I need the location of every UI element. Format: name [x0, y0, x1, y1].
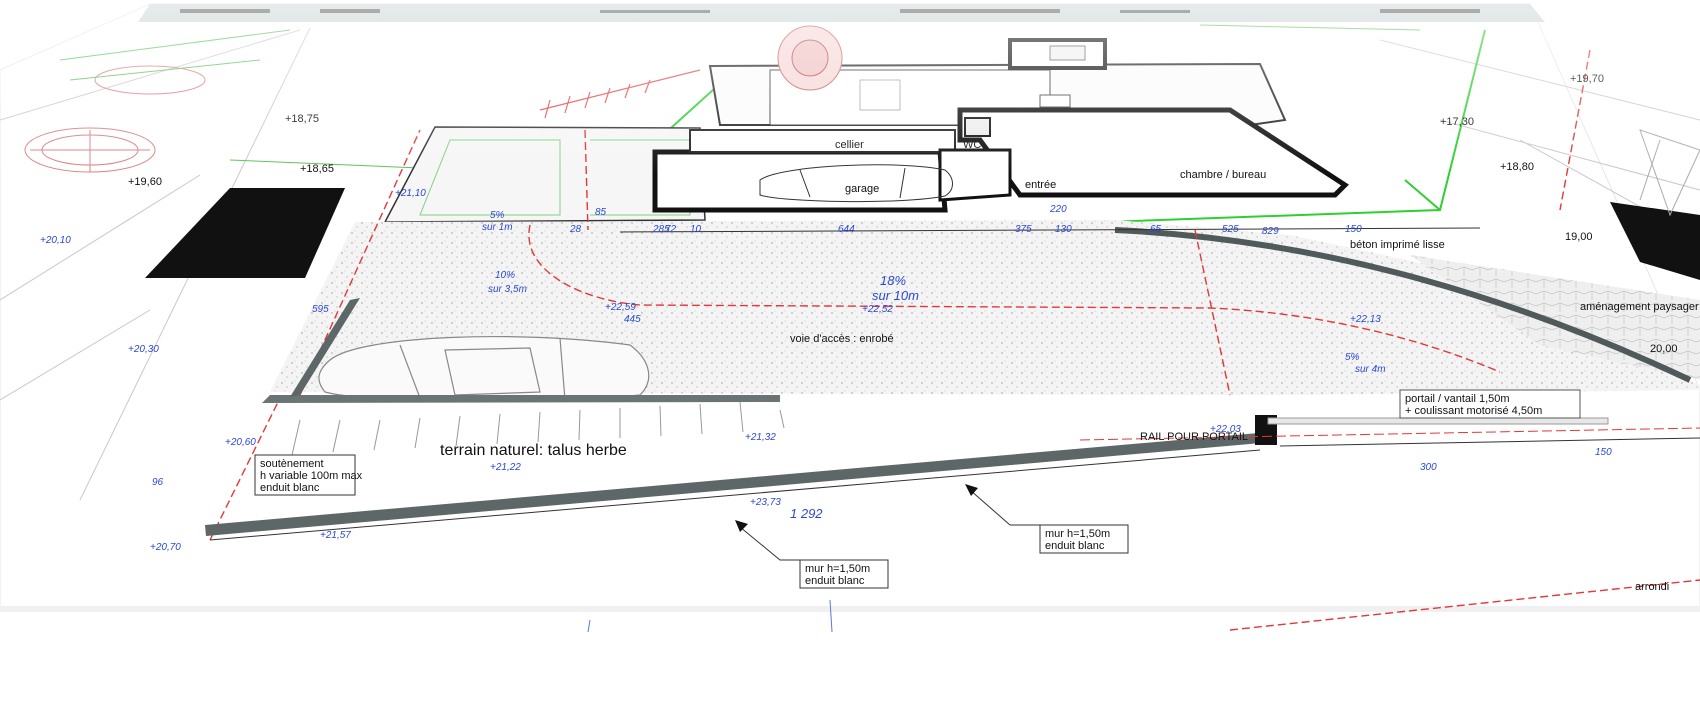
dim-300: 300 — [1420, 462, 1437, 473]
gate-note-line2: + coulissant motorisé 4,50m — [1405, 405, 1542, 417]
room-wc-label: WC — [963, 139, 981, 151]
elevation-point: +20,70 — [150, 542, 181, 553]
dim-1292: 1 292 — [790, 506, 823, 521]
elevation-point: +21,57 — [320, 530, 351, 541]
dimension-value: 445 — [624, 314, 641, 325]
corner-text: arrondi — [1635, 581, 1669, 593]
retaining-note-line2: h variable 100m max — [260, 470, 363, 482]
elevation-point: +19,70 — [1570, 73, 1604, 85]
dim-644: 644 — [838, 224, 855, 235]
retaining-wall — [262, 395, 780, 403]
elevation-point: +18,65 — [300, 163, 334, 175]
room-bedroom-label: chambre / bureau — [1180, 169, 1266, 181]
slope-right-label: 5% — [1345, 352, 1360, 363]
retaining-note-line3: enduit blanc — [260, 482, 320, 494]
elevation-point: +22,52 — [862, 304, 893, 315]
elevation-point: +17,30 — [1440, 116, 1474, 128]
dimension-value: 28 — [569, 224, 582, 235]
dimension-value: 72 — [665, 224, 677, 235]
dimension-value: 130 — [1055, 224, 1072, 235]
tree-top — [777, 25, 843, 91]
dim-150: 150 — [1595, 447, 1612, 458]
dimension-value: 595 — [312, 304, 329, 315]
elevation-point: +18,80 — [1500, 161, 1534, 173]
slope-right-length: sur 4m — [1355, 364, 1386, 375]
room-cellier-label: cellier — [835, 139, 864, 151]
elevation-point: +22,59 — [605, 302, 636, 313]
dimension-value: 85 — [595, 207, 607, 218]
side-label-right: aménagement paysager — [1580, 301, 1699, 313]
slope-small-length: sur 1m — [482, 222, 513, 233]
north-arrow — [1639, 129, 1700, 217]
dimension-value: 829 — [1262, 226, 1279, 237]
elevation-point: +19,60 — [128, 176, 162, 188]
dimension-value: 65 — [1150, 224, 1162, 235]
driveway-car — [318, 335, 650, 402]
dimension-value: 150 — [1345, 224, 1362, 235]
elevation-point: +23,73 — [750, 497, 781, 508]
elevation-point: +21,22 — [490, 462, 521, 473]
slope-left-label: 10% — [495, 270, 515, 281]
dimension-value: 96 — [152, 477, 164, 488]
elevation-point: +21,32 — [745, 432, 776, 443]
dimension-value: 220 — [1049, 204, 1067, 215]
site-plan-drawing: voie d'accès : enrobé garage chambre / b… — [0, 0, 1700, 700]
entry-room — [938, 148, 1012, 202]
elevation-point: +20,60 — [225, 437, 256, 448]
elevation-point: +22,03 — [1210, 424, 1241, 435]
retaining-note-line1: soutènement — [260, 458, 324, 470]
slope-main-label: 18% — [880, 273, 906, 288]
gate-rail — [1267, 417, 1609, 425]
room-entry-label: entrée — [1025, 179, 1056, 191]
dim-1900: 19,00 — [1565, 231, 1593, 243]
site-plan-scene: voie d'accès : enrobé garage chambre / b… — [0, 0, 1700, 700]
dimension-value: 525 — [1222, 224, 1239, 235]
slope-small-label: 5% — [490, 210, 505, 221]
terrain-label: terrain naturel: talus herbe — [440, 442, 627, 459]
garage-room — [652, 149, 948, 213]
elevation-point: +22,13 — [1350, 314, 1381, 325]
elevation-point: +21,10 — [395, 188, 426, 199]
wall-note-1-line1: mur h=1,50m — [805, 563, 870, 575]
wall-note-2-line2: enduit blanc — [1045, 540, 1105, 552]
dimension-value: 375 — [1015, 224, 1032, 235]
dimension-value: 10 — [690, 224, 702, 235]
house — [652, 38, 1349, 213]
garage-label: garage — [845, 183, 879, 195]
elevation-point: +20,10 — [40, 235, 71, 246]
dim-2000: 20,00 — [1650, 343, 1678, 355]
wall-note-2-line1: mur h=1,50m — [1045, 528, 1110, 540]
wall-note-1-line2: enduit blanc — [805, 575, 865, 587]
driveway-label: voie d'accès : enrobé — [790, 333, 894, 345]
elevation-point: +18,75 — [285, 113, 319, 125]
gate-note-line1: portail / vantail 1,50m — [1405, 393, 1510, 405]
slope-main-length: sur 10m — [872, 288, 919, 303]
slope-left-length: sur 3,5m — [488, 284, 527, 295]
under-building-label: béton imprimé lisse — [1350, 239, 1445, 251]
elevation-point: +20,30 — [128, 344, 159, 355]
